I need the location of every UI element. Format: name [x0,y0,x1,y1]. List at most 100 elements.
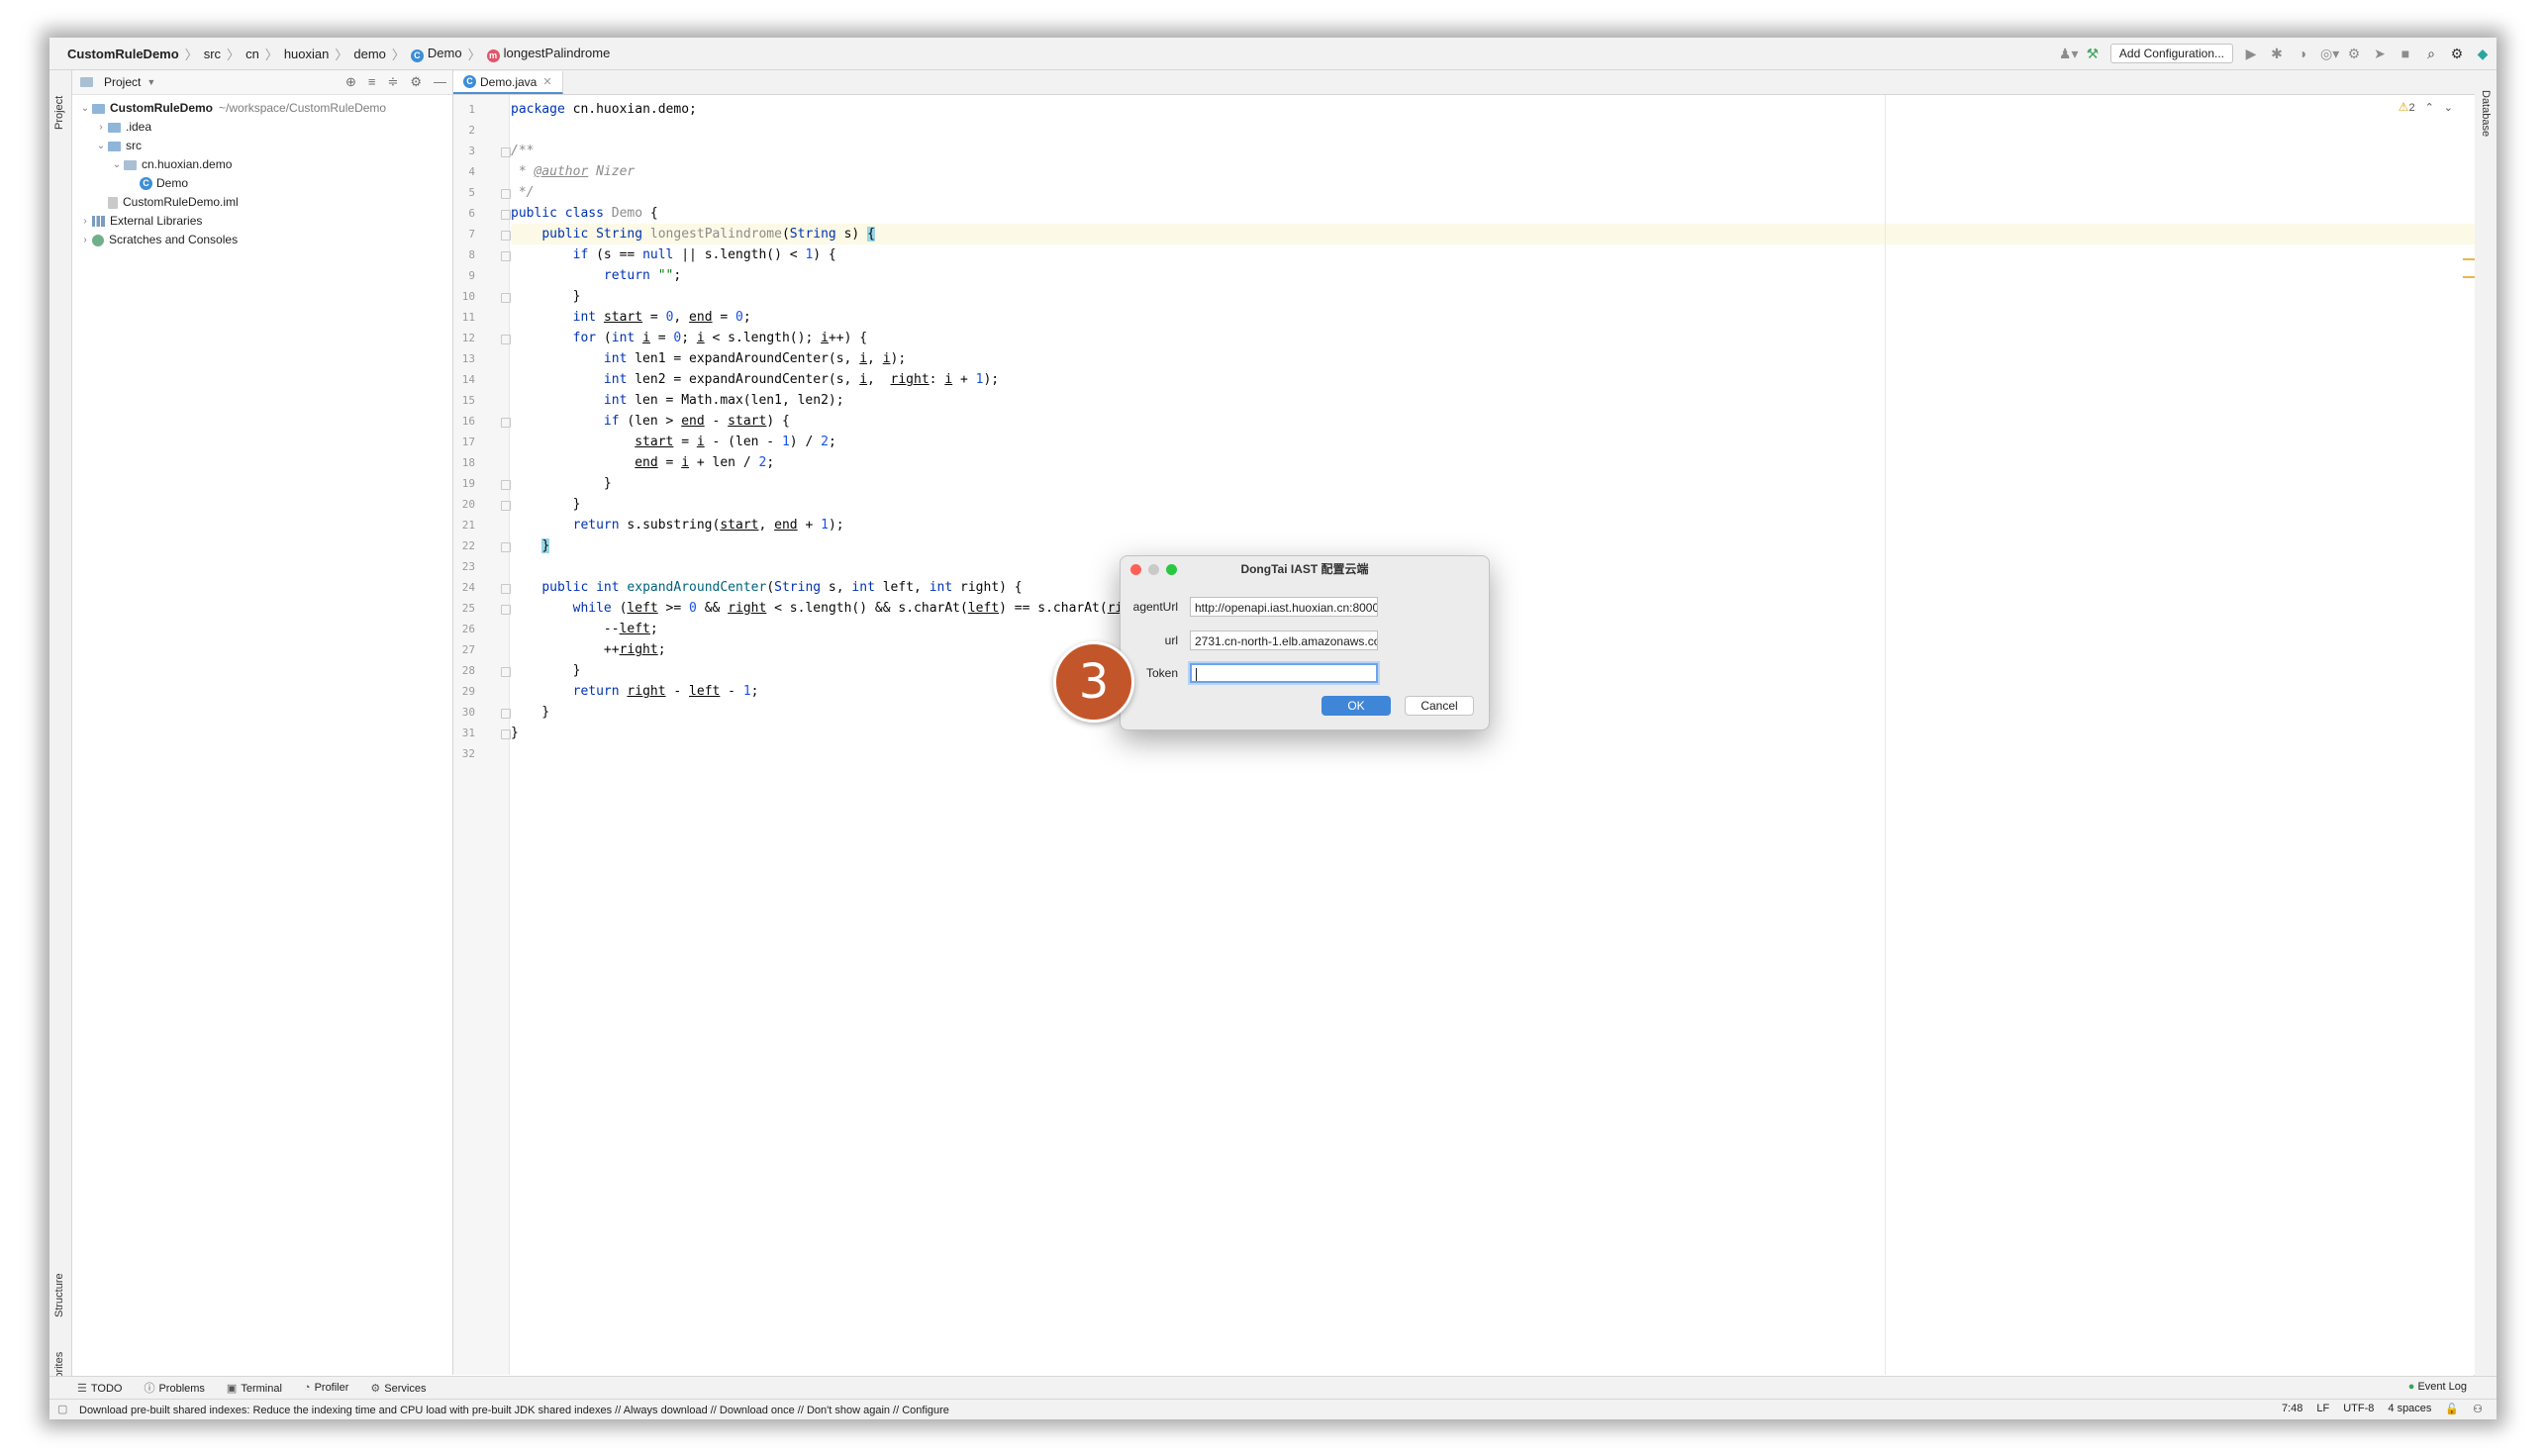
gear-icon[interactable]: ⚙ [410,74,422,90]
chevron-down-icon[interactable]: ⌄ [78,99,92,118]
status-message[interactable]: Download pre-built shared indexes: Reduc… [79,1405,949,1416]
chevron-down-icon[interactable]: ⌄ [2444,101,2453,114]
chevron-down-icon[interactable]: ⌄ [94,137,108,155]
code-line[interactable]: } [511,535,550,556]
close-icon[interactable]: ✕ [542,75,551,88]
tree-item[interactable]: › Scratches and Consoles [72,231,452,249]
code-line[interactable]: for (int i = 0; i < s.length(); i++) { [511,328,867,348]
memory-indicator-icon[interactable]: ⚇ [2473,1403,2483,1415]
fold-marker-icon[interactable] [501,231,511,241]
code-line[interactable]: ++right; [511,639,666,660]
plugin-icon[interactable]: ◆ [2475,46,2491,62]
fold-marker-icon[interactable] [501,480,511,490]
debug-icon[interactable]: ✱ [2269,46,2285,62]
breadcrumb-class[interactable]: C Demo [405,46,468,62]
code-line[interactable]: --left; [511,619,658,639]
tree-item[interactable]: › .idea [72,118,452,137]
fold-marker-icon[interactable] [501,147,511,157]
code-line[interactable]: } [511,702,549,723]
search-icon[interactable]: ⌕ [2423,46,2439,62]
fold-marker-icon[interactable] [501,251,511,261]
stop-icon[interactable]: ■ [2398,46,2413,61]
database-tool-tab[interactable]: Database [2480,90,2492,137]
structure-tool-tab[interactable]: Structure [53,1273,65,1317]
ok-button[interactable]: OK [1321,696,1391,716]
fold-marker-icon[interactable] [501,729,511,739]
code-line[interactable]: int len1 = expandAroundCenter(s, i, i); [511,348,906,369]
problems-tool-button[interactable]: ⓘ Problems [144,1380,204,1396]
fold-marker-icon[interactable] [501,542,511,552]
minimize-window-button[interactable] [1148,564,1159,575]
lock-icon[interactable]: 🔓 [2445,1403,2459,1415]
fold-marker-icon[interactable] [501,584,511,594]
code-line[interactable]: int len = Math.max(len1, len2); [511,390,844,411]
project-view-selector[interactable]: Project [104,75,141,89]
indent-setting[interactable]: 4 spaces [2388,1403,2431,1415]
status-toggle-icon[interactable]: ▢ [57,1403,67,1415]
code-line[interactable]: while (left >= 0 && right < s.length() &… [511,598,1178,619]
tab-demo-java[interactable]: C Demo.java ✕ [453,71,563,94]
code-line[interactable]: } [511,660,581,681]
tree-item[interactable]: CustomRuleDemo.iml [72,193,452,212]
fold-marker-icon[interactable] [501,667,511,677]
inspection-widget[interactable]: ⚠2 ⌃ ⌄ [2398,100,2453,114]
zoom-window-button[interactable] [1166,564,1177,575]
fold-marker-icon[interactable] [501,709,511,719]
todo-tool-button[interactable]: ☰ TODO [77,1382,122,1395]
code-line[interactable]: } [511,723,519,743]
tree-item[interactable]: ⌄ src [72,137,452,155]
locate-icon[interactable]: ⊕ [345,74,356,90]
tree-item[interactable]: ⌄ cn.huoxian.demo [72,155,452,174]
token-input[interactable]: ​ [1190,663,1378,683]
terminal-tool-button[interactable]: ▣ Terminal [227,1382,282,1395]
code-line[interactable]: end = i + len / 2; [511,452,774,473]
build-hammer-icon[interactable]: ⚒ [2085,46,2101,62]
code-line[interactable]: } [511,473,612,494]
caret-position[interactable]: 7:48 [2282,1403,2302,1415]
tree-item[interactable]: ⌄ CustomRuleDemo ~/workspace/CustomRuleDem… [72,99,452,118]
breadcrumb-demo[interactable]: demo [347,47,392,61]
event-log-button[interactable]: ● Event Log [2408,1381,2467,1393]
code-line[interactable]: * @author Nizer [511,161,635,182]
fold-marker-icon[interactable] [501,293,511,303]
chevron-up-icon[interactable]: ⌃ [2425,101,2434,114]
code-line[interactable]: int start = 0, end = 0; [511,307,751,328]
code-line[interactable]: if (len > end - start) { [511,411,790,432]
fold-marker-icon[interactable] [501,501,511,511]
breadcrumb-method[interactable]: m longestPalindrome [481,46,617,62]
coverage-icon[interactable]: ◑ [2295,46,2310,61]
fold-marker-icon[interactable] [501,418,511,428]
code-line[interactable]: */ [511,182,535,203]
tree-item[interactable]: › External Libraries [72,212,452,231]
profiler-tool-button[interactable]: ◔ Profiler [304,1382,349,1394]
breadcrumb-huoxian[interactable]: huoxian [278,47,336,61]
profile-icon[interactable]: ◎▾ [2320,46,2339,62]
chevron-right-icon[interactable]: › [94,118,108,137]
code-line[interactable]: public int expandAroundCenter(String s, … [511,577,1022,598]
cancel-button[interactable]: Cancel [1405,696,1474,716]
settings-gear-icon[interactable]: ⚙ [2449,46,2465,62]
chevron-right-icon[interactable]: › [78,231,92,249]
attach-icon[interactable]: ⚙ [2346,46,2362,62]
services-tool-button[interactable]: ⚙ Services [370,1382,426,1395]
breadcrumb-src[interactable]: src [198,47,227,61]
chevron-down-icon[interactable]: ⌄ [110,155,124,174]
breadcrumb-cn[interactable]: cn [240,47,265,61]
project-tool-tab[interactable]: Project [53,96,65,130]
run-icon[interactable]: ▶ [2243,46,2259,62]
hide-icon[interactable]: — [434,74,446,90]
agenturl-input[interactable]: http://openapi.iast.huoxian.cn:8000 [1190,597,1378,617]
fold-marker-icon[interactable] [501,605,511,615]
code-line[interactable]: return right - left - 1; [511,681,759,702]
scrollbar-warning-marker[interactable] [2463,276,2475,278]
code-line[interactable]: int len2 = expandAroundCenter(s, i, righ… [511,369,999,390]
deploy-icon[interactable]: ➤ [2372,46,2388,62]
breadcrumb-project[interactable]: CustomRuleDemo [61,47,185,61]
close-window-button[interactable] [1130,564,1141,575]
fold-marker-icon[interactable] [501,210,511,220]
code-line[interactable]: package cn.huoxian.demo; [511,99,697,120]
collapse-all-icon[interactable]: ≑ [387,74,398,90]
code-line[interactable]: public class Demo { [511,203,658,224]
chevron-down-icon[interactable]: ▼ [147,77,155,87]
code-line[interactable]: start = i - (len - 1) / 2; [511,432,836,452]
